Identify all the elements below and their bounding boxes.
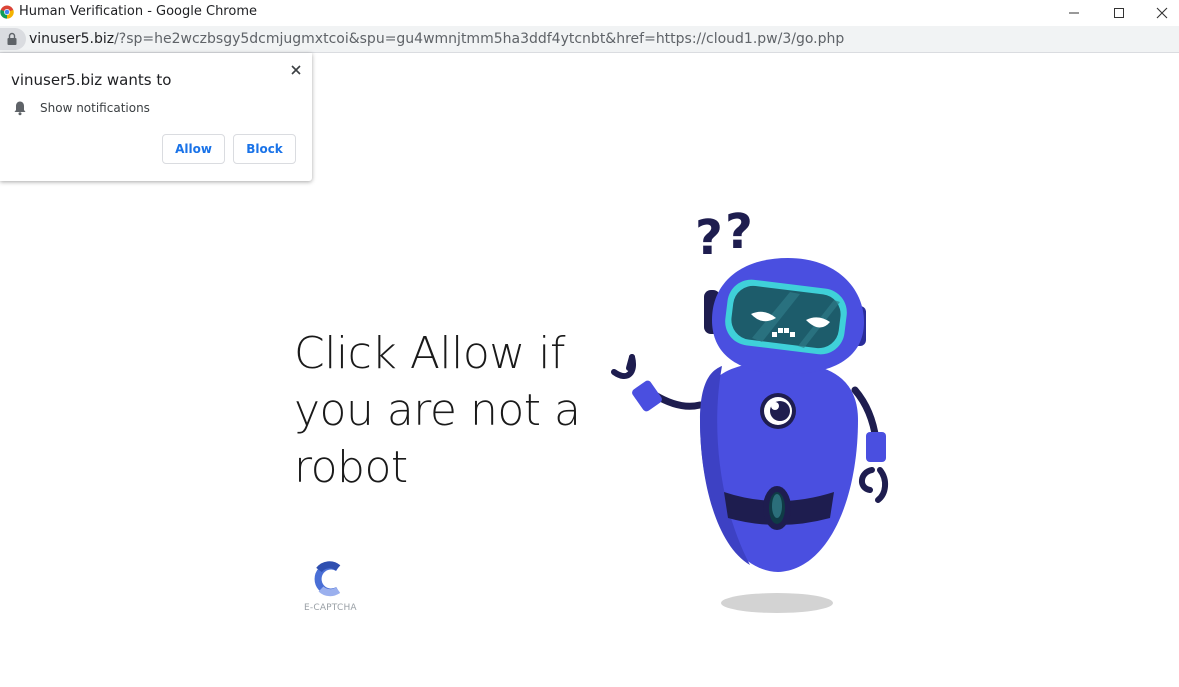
close-icon[interactable] (287, 61, 305, 79)
svg-text:?: ? (725, 204, 753, 260)
robot-right-wrist (866, 432, 886, 462)
robot-left-arm (651, 391, 704, 410)
e-captcha-logo-icon (314, 561, 341, 597)
url-text[interactable]: vinuser5.biz/?sp=he2wczbsgy5dcmjugmxtcoi… (29, 31, 844, 47)
minimize-button[interactable] (1051, 0, 1097, 26)
robot-left-wrist (632, 380, 662, 412)
svg-text:?: ? (695, 210, 723, 266)
maximize-button[interactable] (1096, 0, 1142, 26)
allow-button[interactable]: Allow (162, 134, 225, 164)
bell-icon (14, 101, 26, 116)
robot-illustration: ? ? (611, 204, 888, 613)
lock-icon (7, 32, 17, 45)
window-titlebar: Human Verification - Google Chrome (0, 0, 1179, 26)
popup-title: vinuser5.biz wants to (11, 71, 172, 89)
window-close-button[interactable] (1139, 0, 1179, 26)
url-path: /?sp=he2wczbsgy5dcmjugmxtcoi&spu=gu4wmnj… (114, 31, 845, 47)
question-marks-icon: ? ? (695, 204, 753, 266)
notification-request-label: Show notifications (40, 101, 150, 115)
page-headline: Click Allow if you are not a robot (294, 328, 581, 493)
notification-permission-popup: vinuser5.biz wants to Show notifications… (0, 53, 312, 181)
site-info-button[interactable] (0, 28, 26, 50)
url-host: vinuser5.biz (29, 31, 115, 47)
window-title: Human Verification - Google Chrome (19, 4, 257, 19)
robot-shadow (721, 593, 833, 613)
close-icon (1156, 7, 1168, 19)
block-button[interactable]: Block (233, 134, 296, 164)
chrome-icon (0, 5, 14, 19)
maximize-icon (1114, 8, 1124, 18)
robot-right-claw (859, 467, 888, 503)
address-bar[interactable]: vinuser5.biz/?sp=he2wczbsgy5dcmjugmxtcoi… (0, 26, 1179, 53)
e-captcha-brand-label: E-CAPTCHA (304, 603, 357, 613)
minimize-icon (1069, 12, 1079, 14)
